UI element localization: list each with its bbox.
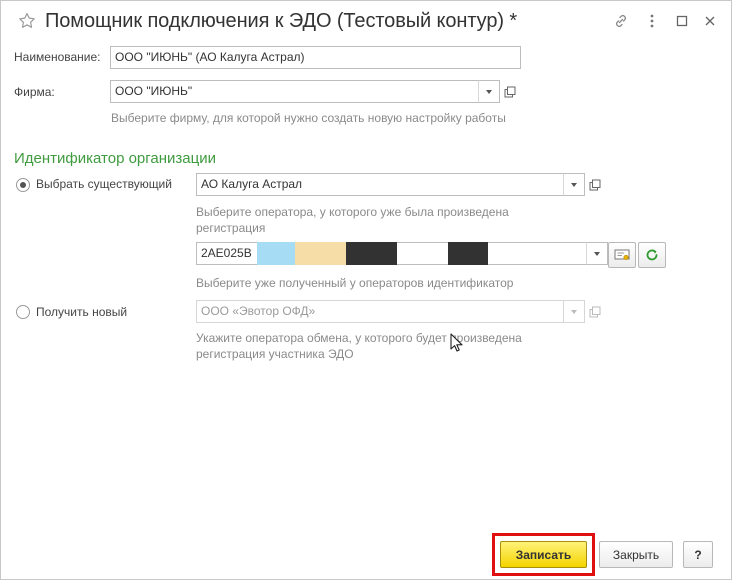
refresh-button[interactable] <box>638 242 666 268</box>
maximize-icon[interactable] <box>672 11 692 31</box>
firm-label: Фирма: <box>14 85 55 99</box>
redaction-block <box>257 242 295 265</box>
identifier-dropdown[interactable] <box>586 242 608 265</box>
chevron-down-icon <box>571 309 577 314</box>
save-button[interactable]: Записать <box>500 541 587 568</box>
existing-operator-open-button[interactable] <box>585 173 605 196</box>
existing-operator-field[interactable]: АО Калуга Астрал <box>196 173 564 196</box>
close-icon[interactable] <box>700 11 720 31</box>
identifier-value: 2AE025B <box>201 246 252 260</box>
radio-existing[interactable] <box>16 178 30 192</box>
firm-field[interactable]: ООО "ИЮНЬ" <box>110 80 479 103</box>
open-icon <box>589 306 601 317</box>
chevron-down-icon <box>594 251 600 256</box>
firm-open-button[interactable] <box>500 80 520 103</box>
radio-dot <box>20 182 26 188</box>
more-icon[interactable] <box>642 11 662 31</box>
star-icon[interactable] <box>17 11 37 31</box>
firm-hint: Выберите фирму, для которой нужно создат… <box>111 111 506 125</box>
open-icon <box>504 86 516 97</box>
chevron-down-icon <box>486 89 492 94</box>
link-icon[interactable] <box>611 11 631 31</box>
refresh-icon <box>646 249 658 261</box>
new-operator-open-button <box>585 300 605 323</box>
radio-existing-label[interactable]: Выбрать существующий <box>36 177 172 191</box>
radio-new[interactable] <box>16 305 30 319</box>
new-operator-dropdown <box>563 300 585 323</box>
help-button[interactable]: ? <box>683 541 713 568</box>
identifier-hint: Выберите уже полученный у операторов иде… <box>196 276 514 290</box>
redaction-block <box>346 242 397 265</box>
certificate-icon <box>614 249 630 261</box>
firm-dropdown-button[interactable] <box>478 80 500 103</box>
redaction-block <box>295 242 346 265</box>
existing-operator-hint: Выберите оператора, у которого уже была … <box>196 205 509 235</box>
new-operator-field: ООО «Эвотор ОФД» <box>196 300 564 323</box>
window-title: Помощник подключения к ЭДО (Тестовый кон… <box>45 10 518 32</box>
name-label: Наименование: <box>14 50 101 64</box>
name-field[interactable]: ООО "ИЮНЬ" (АО Калуга Астрал) <box>110 46 521 69</box>
chevron-down-icon <box>571 182 577 187</box>
redaction-block <box>448 242 488 265</box>
mouse-cursor-icon <box>450 333 463 352</box>
open-icon <box>589 179 601 190</box>
new-operator-hint: Укажите оператора обмена, у которого буд… <box>196 331 522 361</box>
assistant-window: Помощник подключения к ЭДО (Тестовый кон… <box>0 0 732 580</box>
section-title: Идентификатор организации <box>14 150 216 167</box>
certificate-button[interactable] <box>608 242 636 268</box>
radio-new-label[interactable]: Получить новый <box>36 305 127 319</box>
close-button[interactable]: Закрыть <box>599 541 673 568</box>
existing-operator-dropdown[interactable] <box>563 173 585 196</box>
